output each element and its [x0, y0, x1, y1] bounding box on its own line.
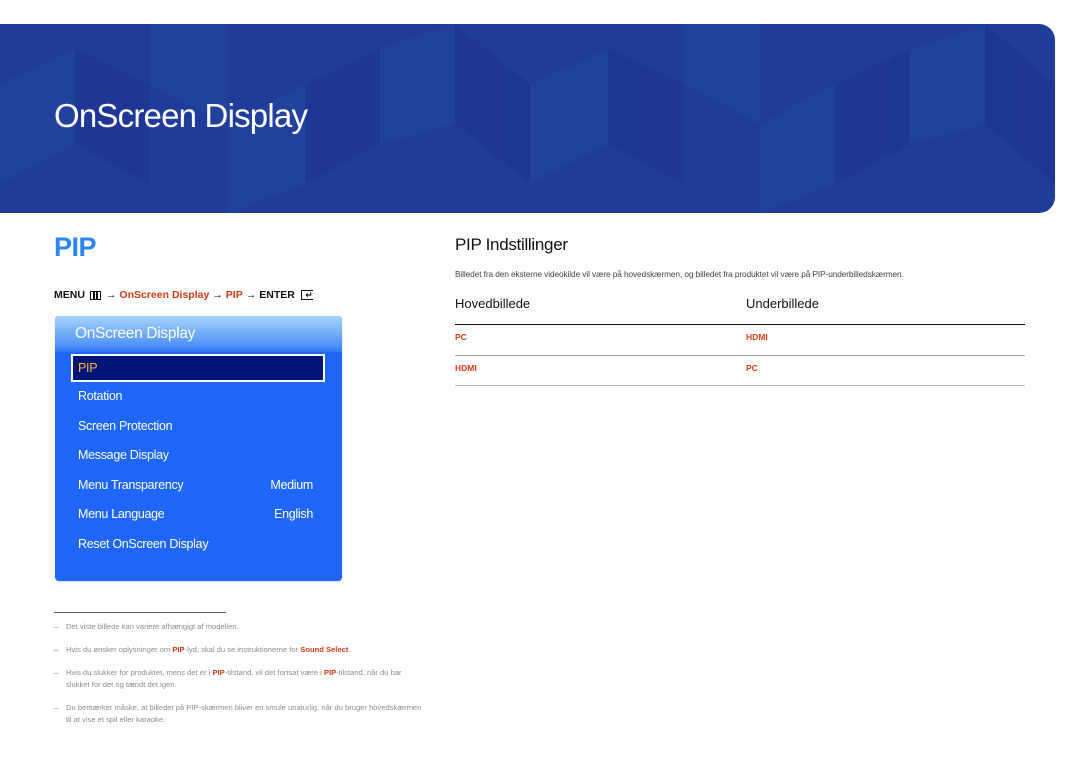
- osd-item-label: Menu Language: [78, 507, 165, 521]
- footnote-highlight: PIP: [172, 645, 185, 654]
- osd-item-value: English: [274, 507, 313, 521]
- osd-item-reset-onscreen-display[interactable]: Reset OnScreen Display: [71, 530, 325, 558]
- osd-item-pip[interactable]: PIP: [71, 354, 325, 382]
- footnote-text: Hvis du ønsker oplysninger om: [66, 645, 173, 654]
- footnote-text: -tilstand, vil det fortsat være i: [224, 668, 324, 677]
- table-cell: HDMI: [746, 332, 768, 342]
- enter-label: ENTER: [259, 289, 295, 301]
- settings-description: Billedet fra den eksterne videokilde vil…: [455, 269, 904, 279]
- column-header-sub: Underbillede: [746, 296, 819, 311]
- osd-item-value: Medium: [270, 478, 313, 492]
- menu-label: MENU: [54, 289, 85, 301]
- pip-settings-table: Hovedbillede Underbillede PC HDMI HDMI P…: [455, 296, 1025, 386]
- settings-title: PIP Indstillinger: [455, 235, 568, 254]
- table-cell: HDMI: [455, 362, 477, 373]
- table-cell: PC: [746, 362, 758, 373]
- osd-item-label: PIP: [78, 361, 98, 375]
- osd-item-label: Rotation: [78, 389, 123, 403]
- section-title: PIP: [54, 232, 97, 262]
- osd-item-screen-protection[interactable]: Screen Protection: [71, 412, 325, 440]
- osd-item-message-display[interactable]: Message Display: [71, 441, 325, 469]
- footnote-text: Du bemærker måske, at billedet på PIP-sk…: [66, 703, 422, 724]
- osd-item-label: Reset OnScreen Display: [78, 537, 209, 551]
- header-banner: OnScreen Display: [0, 24, 1055, 213]
- footnote-highlight: PIP: [212, 668, 225, 677]
- osd-menu-panel: OnScreen Display PIP Rotation Screen Pro…: [55, 316, 342, 581]
- footnote-divider: [54, 612, 226, 613]
- footnote-text: .: [348, 645, 351, 654]
- footnote: Hvis du slukker for produktet, mens det …: [54, 667, 424, 691]
- osd-item-menu-language[interactable]: Menu Language English: [71, 500, 325, 528]
- arrow-icon: →: [212, 289, 223, 301]
- menu-icon: [89, 290, 101, 300]
- table-cell: PC: [455, 332, 467, 342]
- enter-icon: ↵: [300, 290, 313, 300]
- arrow-icon: →: [105, 289, 117, 301]
- table-row: HDMI PC: [455, 356, 1025, 386]
- banner-title: OnScreen Display: [54, 97, 308, 134]
- menu-path-breadcrumb: MENU → OnScreen Display → PIP → ENTER ↵: [54, 289, 313, 301]
- breadcrumb-onscreen-display: OnScreen Display: [119, 289, 210, 301]
- footnote-link-sound-select: Sound Select: [300, 645, 349, 654]
- osd-item-label: Menu Transparency: [78, 478, 184, 492]
- osd-item-label: Message Display: [78, 448, 169, 462]
- table-header: Hovedbillede Underbillede: [455, 296, 1025, 325]
- footnote-text: Hvis du slukker for produktet, mens det …: [66, 668, 213, 677]
- osd-menu-title: OnScreen Display: [55, 316, 342, 352]
- arrow-icon: →: [245, 289, 257, 301]
- table-row: PC HDMI: [455, 325, 1025, 356]
- osd-item-rotation[interactable]: Rotation: [71, 382, 325, 410]
- breadcrumb-pip: PIP: [225, 289, 243, 301]
- column-header-main: Hovedbillede: [455, 296, 531, 311]
- footnote-text: Det viste billede kan variere afhængigt …: [66, 622, 239, 631]
- footnote-highlight: PIP: [323, 668, 337, 677]
- footnote: Det viste billede kan variere afhængigt …: [54, 621, 424, 633]
- footnote-text: -lyd, skal du se instruktionerne for: [184, 645, 301, 654]
- footnote: Hvis du ønsker oplysninger om PIP-lyd, s…: [54, 644, 424, 656]
- footnote: Du bemærker måske, at billedet på PIP-sk…: [54, 702, 424, 726]
- osd-item-menu-transparency[interactable]: Menu Transparency Medium: [71, 471, 325, 499]
- osd-item-label: Screen Protection: [78, 419, 173, 433]
